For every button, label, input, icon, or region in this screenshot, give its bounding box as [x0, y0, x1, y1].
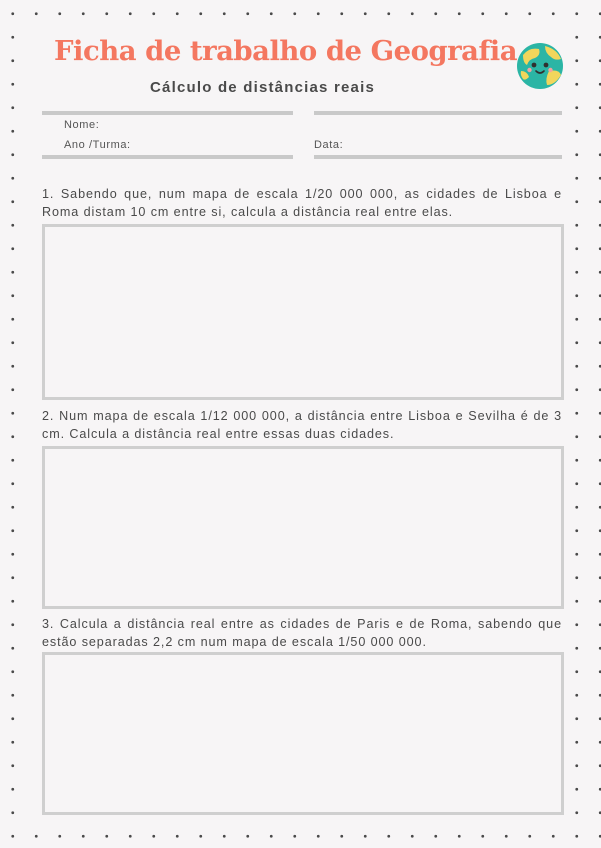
name-class-underline	[42, 155, 293, 159]
worksheet-title: Ficha de trabalho de Geografia	[54, 35, 518, 67]
name-field-label: Nome:	[64, 119, 100, 131]
worksheet: Ficha de trabalho de Geografia Cálculo d…	[30, 25, 574, 823]
date-underline	[314, 155, 562, 159]
date-field-label: Data:	[314, 139, 344, 151]
class-field-label: Ano /Turma:	[64, 139, 131, 151]
question-3: 3. Calcula a distância real entre as cid…	[42, 617, 562, 649]
answer-box-1[interactable]	[42, 224, 564, 400]
question-2: 2. Num mapa de escala 1/12 000 000, a di…	[42, 409, 562, 441]
divider-line	[42, 111, 293, 115]
divider-line	[314, 111, 562, 115]
worksheet-subtitle: Cálculo de distâncias reais	[150, 79, 375, 96]
question-1: 1. Sabendo que, num mapa de escala 1/20 …	[42, 187, 562, 219]
smiling-earth-icon	[517, 43, 563, 89]
answer-box-3[interactable]	[42, 652, 564, 815]
answer-box-2[interactable]	[42, 446, 564, 609]
